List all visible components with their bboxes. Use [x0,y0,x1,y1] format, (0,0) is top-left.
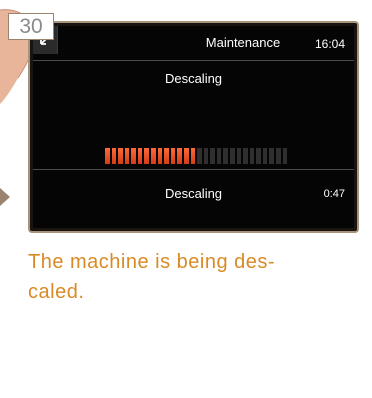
caption-text: The machine is being des- caled. [28,247,328,307]
caption-line-2: caled. [28,281,85,303]
progress-segment-empty [269,148,275,164]
status-divider [33,169,354,170]
progress-segment-empty [249,148,255,164]
progress-segment-empty [276,148,281,164]
progress-segment-empty [216,148,222,164]
progress-segment-filled [118,148,123,164]
screen-header: Maintenance 16:04 [33,26,354,60]
progress-segment-filled [144,148,150,164]
progress-segment-filled [124,148,130,164]
progress-segment-empty [223,148,228,164]
step-number-badge: 30 [8,13,54,40]
progress-segment-filled [183,148,189,164]
progress-segment-empty [229,148,235,164]
progress-segment-filled [137,148,143,164]
progress-segment-empty [282,148,288,164]
progress-segment-empty [197,148,202,164]
progress-segment-filled [157,148,163,164]
header-title: Maintenance [205,35,281,50]
progress-segment-empty [256,148,261,164]
progress-segment-filled [190,148,196,164]
progress-segment-filled [131,148,136,164]
display-screen: Maintenance 16:04 Descaling Descaling 0:… [33,26,354,228]
remaining-time: 0:47 [323,188,345,200]
progress-segment-empty [262,148,268,164]
header-divider [33,60,354,61]
progress-segment-filled [111,148,117,164]
progress-segment-empty [203,148,209,164]
progress-segment-empty [210,148,215,164]
progress-segment-empty [236,148,242,164]
progress-segment-filled [105,148,110,164]
progress-segment-filled [177,148,182,164]
machine-display: Maintenance 16:04 Descaling Descaling 0:… [28,21,359,233]
progress-bar [105,148,288,164]
progress-segment-filled [164,148,169,164]
process-name: Descaling [164,71,223,86]
header-clock: 16:04 [314,37,345,51]
left-pointer-arrow [0,188,10,206]
progress-segment-filled [151,148,156,164]
status-label: Descaling [164,186,223,201]
caption-line-1: The machine is being des- [28,251,276,273]
progress-segment-filled [170,148,176,164]
progress-segment-empty [243,148,248,164]
